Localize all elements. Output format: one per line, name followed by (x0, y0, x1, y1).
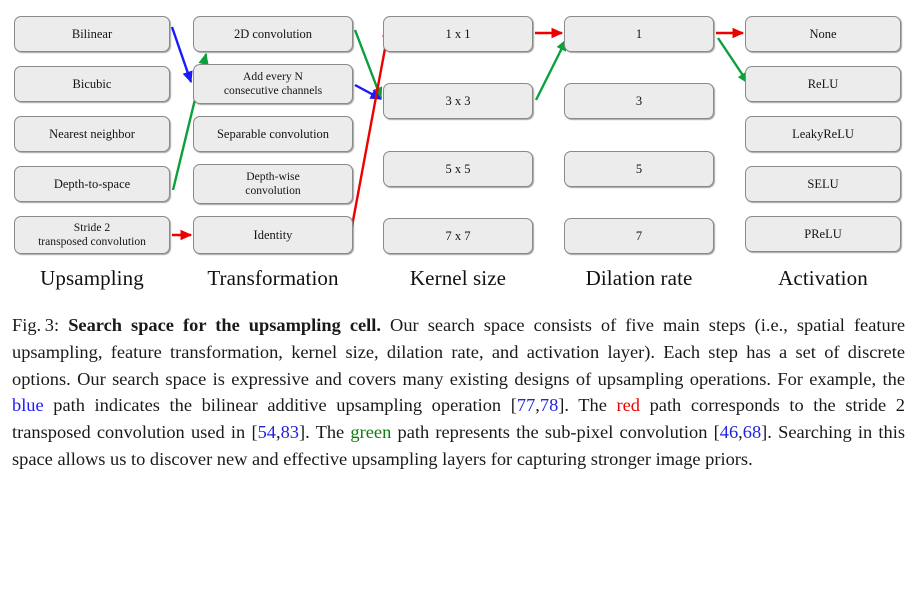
option-identity[interactable]: Identity (193, 216, 353, 254)
option-selu[interactable]: SELU (745, 166, 901, 202)
arrow-bilinear-to-add-every-n (170, 26, 193, 84)
option-none[interactable]: None (745, 16, 901, 52)
option-label: 7 x 7 (445, 228, 471, 243)
option-bilinear[interactable]: Bilinear (14, 16, 170, 52)
caption-ref-68: 68 (742, 422, 762, 443)
caption-red-word: red (616, 395, 640, 416)
option-label: Nearest neighbor (49, 126, 135, 141)
option-label: Stride 2 transposed convolution (38, 220, 146, 248)
option-label: SELU (807, 176, 839, 191)
option-nearest-neighbor[interactable]: Nearest neighbor (14, 116, 170, 152)
caption-ref-77: 77 (516, 395, 536, 416)
option-3-x-3[interactable]: 3 x 3 (383, 83, 533, 119)
option-label: 3 x 3 (445, 93, 471, 108)
option-5-x-5[interactable]: 5 x 5 (383, 151, 533, 187)
caption-ref-46: 46 (719, 422, 739, 443)
option-1-x-1[interactable]: 1 x 1 (383, 16, 533, 52)
column-label-activation: Activation (778, 266, 868, 290)
option-label: 5 x 5 (445, 161, 471, 176)
option-depth-to-space[interactable]: Depth-to-space (14, 166, 170, 202)
option-stride-2-transposed-convolution[interactable]: Stride 2 transposed convolution (14, 216, 170, 254)
option-depth-wise-convolution[interactable]: Depth-wise convolution (193, 164, 353, 204)
option-label: ReLU (807, 76, 839, 91)
caption-text-3: ]. The (558, 395, 617, 416)
option-2d-convolution[interactable]: 2D convolution (193, 16, 353, 52)
column-label-kernel-size: Kernel size (409, 266, 507, 290)
option-leakyrelu[interactable]: LeakyReLU (745, 116, 901, 152)
option-label: Separable convolution (216, 126, 330, 141)
option-label: Identity (253, 227, 293, 242)
arrow-identity-to-1x1 (348, 25, 393, 238)
caption-ref-54: 54 (257, 422, 276, 443)
option-1[interactable]: 1 (564, 16, 714, 52)
option-add-every-n-consecutive-channels[interactable]: Add every N consecutive channels (193, 64, 353, 104)
option-prelu[interactable]: PReLU (745, 216, 901, 252)
caption-title: Search space for the upsampling cell. (68, 315, 381, 335)
figure-caption: Fig. 3: Search space for the upsampling … (12, 312, 905, 473)
option-label: 1 (635, 26, 643, 41)
search-space-figure: Bilinear Bicubic Nearest neighbor Depth-to-… (0, 0, 917, 300)
option-label: 2D convolution (233, 26, 313, 41)
arrow-3x3-to-dilation-1 (534, 38, 568, 101)
option-label: 7 (635, 228, 643, 243)
column-label-dilation-rate: Dilation rate (585, 266, 693, 290)
option-label: Bicubic (72, 76, 112, 91)
caption-ref-83: 83 (280, 422, 299, 443)
column-label-upsampling: Upsampling (40, 266, 144, 290)
option-label: Add every N consecutive channels (223, 69, 323, 97)
option-separable-convolution[interactable]: Separable convolution (193, 116, 353, 152)
arrow-dilation-1-to-relu (717, 37, 749, 85)
option-label: Depth-wise convolution (245, 169, 301, 197)
option-5[interactable]: 5 (564, 151, 714, 187)
arrow-2d-convolution-to-3x3 (353, 29, 383, 100)
option-7[interactable]: 7 (564, 218, 714, 254)
option-bicubic[interactable]: Bicubic (14, 66, 170, 102)
option-label: PReLU (804, 226, 842, 241)
caption-green-word: green (350, 422, 392, 443)
arrow-add-every-n-to-3x3 (354, 83, 383, 101)
option-relu[interactable]: ReLU (745, 66, 901, 102)
option-label: 5 (635, 161, 643, 176)
option-label: LeakyReLU (792, 126, 854, 141)
option-label: None (809, 26, 837, 41)
caption-text-5: ]. The (298, 422, 351, 443)
caption-text-6: path represents the sub-pixel convolutio… (391, 422, 720, 443)
caption-ref-78: 78 (539, 395, 559, 416)
option-label: 1 x 1 (445, 26, 471, 41)
option-3[interactable]: 3 (564, 83, 714, 119)
caption-blue-word: blue (12, 395, 44, 416)
option-label: Depth-to-space (53, 176, 131, 191)
option-label: Bilinear (71, 26, 113, 41)
column-label-transformation: Transformation (207, 266, 339, 290)
caption-text-2: path indicates the bilinear additive ups… (43, 395, 517, 416)
caption-fig-number: Fig. 3: (12, 315, 60, 335)
option-7-x-7[interactable]: 7 x 7 (383, 218, 533, 254)
option-label: 3 (635, 93, 643, 108)
